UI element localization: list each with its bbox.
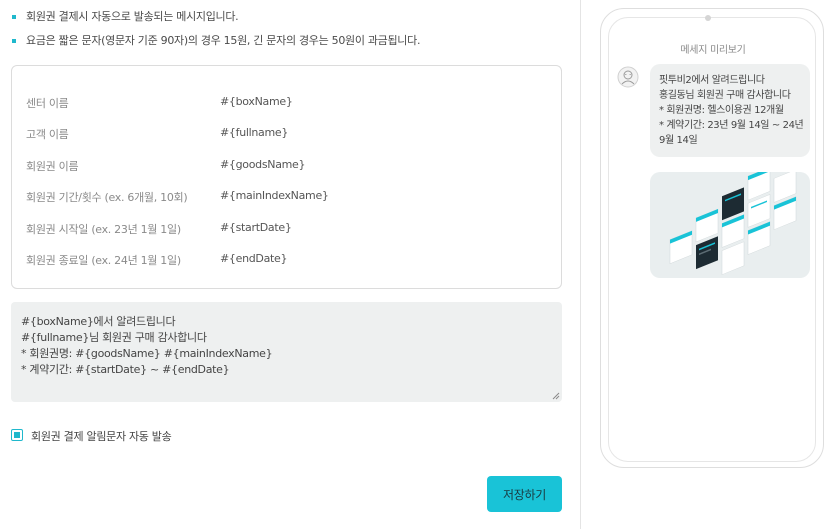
user-avatar-icon [617,66,639,88]
phone-preview: 메세지 미리보기 핏투비2에서 알려드립니다 홍길동님 회원권 구매 감사합니다… [600,8,824,468]
variable-value: #{mainIndexName} [220,189,329,202]
variable-label: 센터 이름 [26,97,69,110]
template-line: * 회원권명: #{goodsName} #{mainIndexName} [21,347,273,360]
preview-line: * 회원권명: 헬스이용권 12개월 [659,105,784,116]
template-line: #{boxName}에서 알려드립니다 [21,315,176,328]
bullet-icon [12,39,16,43]
panel-divider [580,0,581,529]
save-button[interactable]: 저장하기 [487,476,562,512]
preview-line: 홍길동님 회원권 구매 감사합니다 [659,90,791,101]
variable-label: 고객 이름 [26,128,69,141]
bullet-icon [12,15,16,19]
preview-title: 메세지 미리보기 [680,45,746,56]
variable-row: 회원권 종료일 (ex. 24년 1월 1일) #{endDate} [26,252,546,270]
variable-value: #{endDate} [220,252,288,265]
auto-send-label[interactable]: 회원권 결제 알림문자 자동 발송 [31,428,172,444]
note-item: 회원권 결제시 자동으로 발송되는 메시지입니다. [12,9,572,33]
preview-line: 9월 14일 [659,135,698,146]
preview-image-bubble [650,172,810,278]
auto-send-checkbox[interactable] [11,429,23,441]
variable-row: 회원권 기간/횟수 (ex. 6개월, 10회) #{mainIndexName… [26,189,546,207]
variable-label: 회원권 이름 [26,160,79,173]
preview-line: * 계약기간: 23년 9월 14일 ~ 24년 [659,120,804,131]
variable-row: 센터 이름 #{boxName} [26,95,546,113]
note-item: 요금은 짧은 문자(영문자 기준 90자)의 경우 15원, 긴 문자의 경우는… [12,33,572,57]
template-line: #{fullname}님 회원권 구매 감사합니다 [21,331,207,344]
message-template-textarea[interactable]: #{boxName}에서 알려드립니다 #{fullname}님 회원권 구매 … [11,302,562,402]
variable-value: #{fullname} [220,126,289,139]
camera-icon [705,15,711,21]
variable-value: #{goodsName} [220,158,306,171]
variable-reference-box: 센터 이름 #{boxName} 고객 이름 #{fullname} 회원권 이… [11,65,562,289]
info-notes: 회원권 결제시 자동으로 발송되는 메시지입니다. 요금은 짧은 문자(영문자 … [12,9,572,57]
note-text: 회원권 결제시 자동으로 발송되는 메시지입니다. [26,10,239,23]
preview-message-bubble: 핏투비2에서 알려드립니다 홍길동님 회원권 구매 감사합니다 * 회원권명: … [650,64,810,157]
note-text: 요금은 짧은 문자(영문자 기준 90자)의 경우 15원, 긴 문자의 경우는… [26,34,421,47]
checkbox-checked-icon [14,432,20,438]
variable-label: 회원권 시작일 (ex. 23년 1월 1일) [26,223,181,236]
template-line: * 계약기간: #{startDate} ~ #{endDate} [21,363,230,376]
variable-label: 회원권 종료일 (ex. 24년 1월 1일) [26,254,181,267]
variable-row: 회원권 시작일 (ex. 23년 1월 1일) #{startDate} [26,221,546,239]
variable-label: 회원권 기간/횟수 (ex. 6개월, 10회) [26,191,188,204]
variable-value: #{startDate} [220,221,292,234]
variable-row: 회원권 이름 #{goodsName} [26,158,546,176]
preview-line: 핏투비2에서 알려드립니다 [659,75,765,86]
variable-row: 고객 이름 #{fullname} [26,126,546,144]
resize-handle-icon[interactable] [552,392,560,400]
app-screens-image [669,172,797,275]
variable-value: #{boxName} [220,95,293,108]
